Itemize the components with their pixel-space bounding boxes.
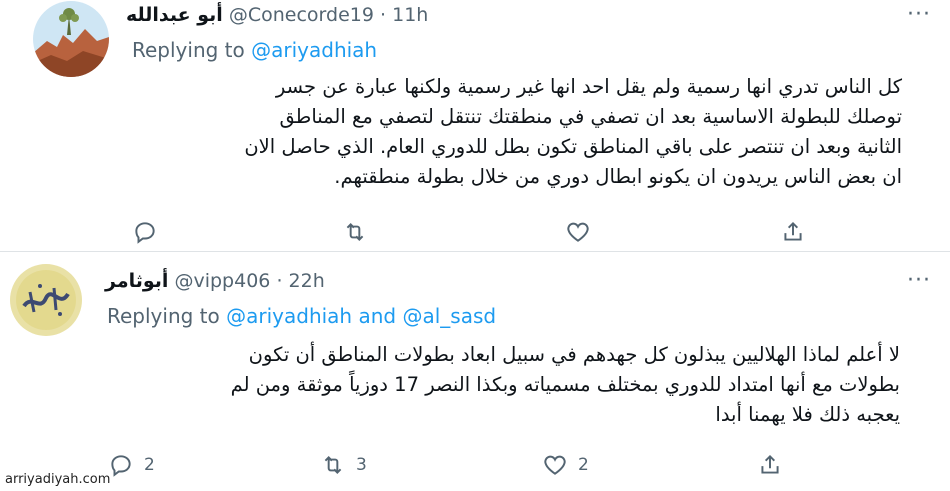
reply-icon [135,222,155,244]
mention-link[interactable]: @ariyadhiah [226,304,352,328]
retweet-icon [346,223,364,241]
tweet-text-line: ان بعض الناس يريدون ان يكونو ابطال دوري … [334,165,902,188]
tweet-1[interactable]: أبو عبدالله @Conecorde19 · 11h ··· Reply… [0,0,950,252]
tweet-text: كل الناس تدري انها رسمية ولم يقل احد انه… [150,72,902,192]
tweet-text-line: الثانية وبعد ان تنتصر على باقي المناطق ت… [244,135,902,158]
replying-to-label: Replying to [132,38,245,62]
heart-icon [544,455,566,475]
like-button[interactable]: 2 [542,452,589,478]
tweet-text-line: بطولات مع أنها امتداد للدوري بمختلف مسمي… [230,373,900,396]
avatar[interactable] [33,1,109,77]
display-name[interactable]: أبو عبدالله [126,4,223,26]
tweet-text-line: توصلك للبطولة الاساسية بعد ان تصفي في من… [279,105,902,128]
avatar-landscape-image [33,1,109,77]
replying-to-line: Replying to @ariyadhiah [132,38,377,62]
more-horizontal-icon[interactable]: ··· [907,268,931,293]
tweet-header: أبو عبدالله @Conecorde19 · 11h [126,4,428,26]
retweet-button[interactable] [342,219,368,245]
tweet-text: لا أعلم لماذا الهلاليين يبذلون كل جهدهم … [120,340,900,430]
mention-link[interactable]: @al_sasd [402,304,496,328]
separator-dot: · [380,4,387,26]
reply-icon [111,455,131,477]
timestamp[interactable]: 22h [289,270,325,292]
avatar-calligraphy-image [10,264,82,336]
tweet-2[interactable]: أبوثامر @vipp406 · 22h ··· Replying to @… [0,252,950,491]
reply-button[interactable]: 2 [108,452,155,478]
like-count: 2 [578,455,589,475]
replying-to-line: Replying to @ariyadhiah and @al_sasd [107,304,496,328]
site-watermark: arriyadiyah.com [5,472,111,487]
timestamp[interactable]: 11h [392,4,428,26]
user-handle[interactable]: @vipp406 [174,270,270,292]
user-handle[interactable]: @Conecorde19 [229,4,374,26]
share-button[interactable] [757,452,783,478]
reply-button[interactable] [132,219,158,245]
share-button[interactable] [780,219,806,245]
retweet-count: 3 [356,455,367,475]
share-icon [761,454,779,474]
tweet-text-line: كل الناس تدري انها رسمية ولم يقل احد انه… [275,75,902,98]
avatar[interactable] [10,264,82,336]
retweet-button[interactable]: 3 [320,452,367,478]
tweet-header: أبوثامر @vipp406 · 22h [105,270,325,292]
display-name[interactable]: أبوثامر [105,270,168,292]
reply-count: 2 [144,455,155,475]
replying-joiner: and [358,304,397,328]
retweet-icon [324,456,342,474]
separator-dot: · [276,270,283,292]
tweet-text-line: يعجبه ذلك فلا يهمنا أبدا [715,403,900,426]
tweet-text-line: لا أعلم لماذا الهلاليين يبذلون كل جهدهم … [248,343,900,366]
more-horizontal-icon[interactable]: ··· [907,2,931,27]
share-icon [784,221,802,241]
replying-to-label: Replying to [107,304,220,328]
like-button[interactable] [565,219,591,245]
mention-link[interactable]: @ariyadhiah [251,38,377,62]
heart-icon [567,222,589,242]
